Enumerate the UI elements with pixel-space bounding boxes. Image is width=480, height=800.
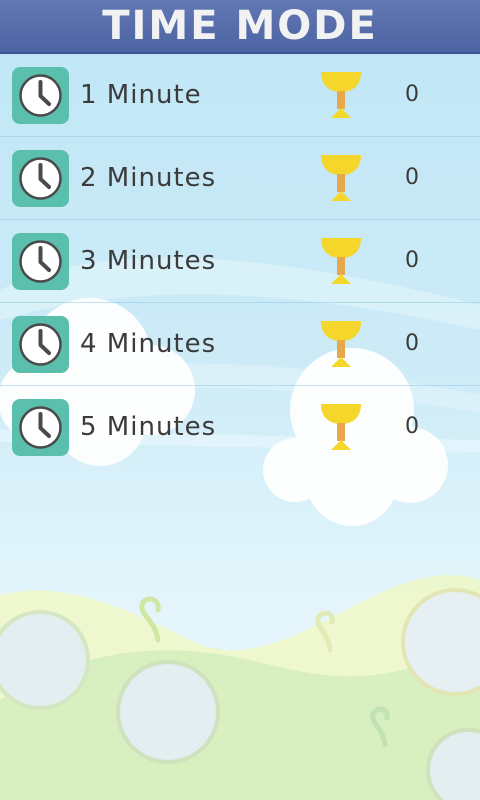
best-score: 0	[405, 331, 419, 356]
mode-label: 5 Minutes	[80, 412, 217, 442]
best-score: 0	[405, 165, 419, 190]
best-score: 0	[405, 414, 419, 439]
clock-icon	[12, 67, 69, 124]
bubble	[116, 660, 220, 764]
bubble	[0, 610, 90, 710]
trophy-icon	[321, 155, 361, 201]
page-title: TIME MODE	[102, 3, 378, 49]
mode-label: 4 Minutes	[80, 329, 217, 359]
mode-row-4-minutes[interactable]: 4 Minutes 0	[0, 303, 480, 386]
trophy-icon	[321, 404, 361, 450]
trophy-icon	[321, 72, 361, 118]
header-bar: TIME MODE	[0, 0, 480, 54]
clock-icon	[12, 233, 69, 290]
game-screen: TIME MODE 1 Minute 0 2 Minutes 0 3 Minut…	[0, 0, 480, 800]
mode-row-1-minute[interactable]: 1 Minute 0	[0, 54, 480, 137]
time-mode-list: 1 Minute 0 2 Minutes 0 3 Minutes 0 4 Min…	[0, 54, 480, 468]
mode-row-2-minutes[interactable]: 2 Minutes 0	[0, 137, 480, 220]
trophy-icon	[321, 238, 361, 284]
clock-icon	[12, 316, 69, 373]
clock-icon	[12, 150, 69, 207]
mode-row-3-minutes[interactable]: 3 Minutes 0	[0, 220, 480, 303]
trophy-icon	[321, 321, 361, 367]
mode-label: 2 Minutes	[80, 163, 217, 193]
mode-label: 3 Minutes	[80, 246, 217, 276]
best-score: 0	[405, 248, 419, 273]
clock-icon	[12, 399, 69, 456]
mode-label: 1 Minute	[80, 80, 202, 110]
best-score: 0	[405, 82, 419, 107]
mode-row-5-minutes[interactable]: 5 Minutes 0	[0, 386, 480, 468]
